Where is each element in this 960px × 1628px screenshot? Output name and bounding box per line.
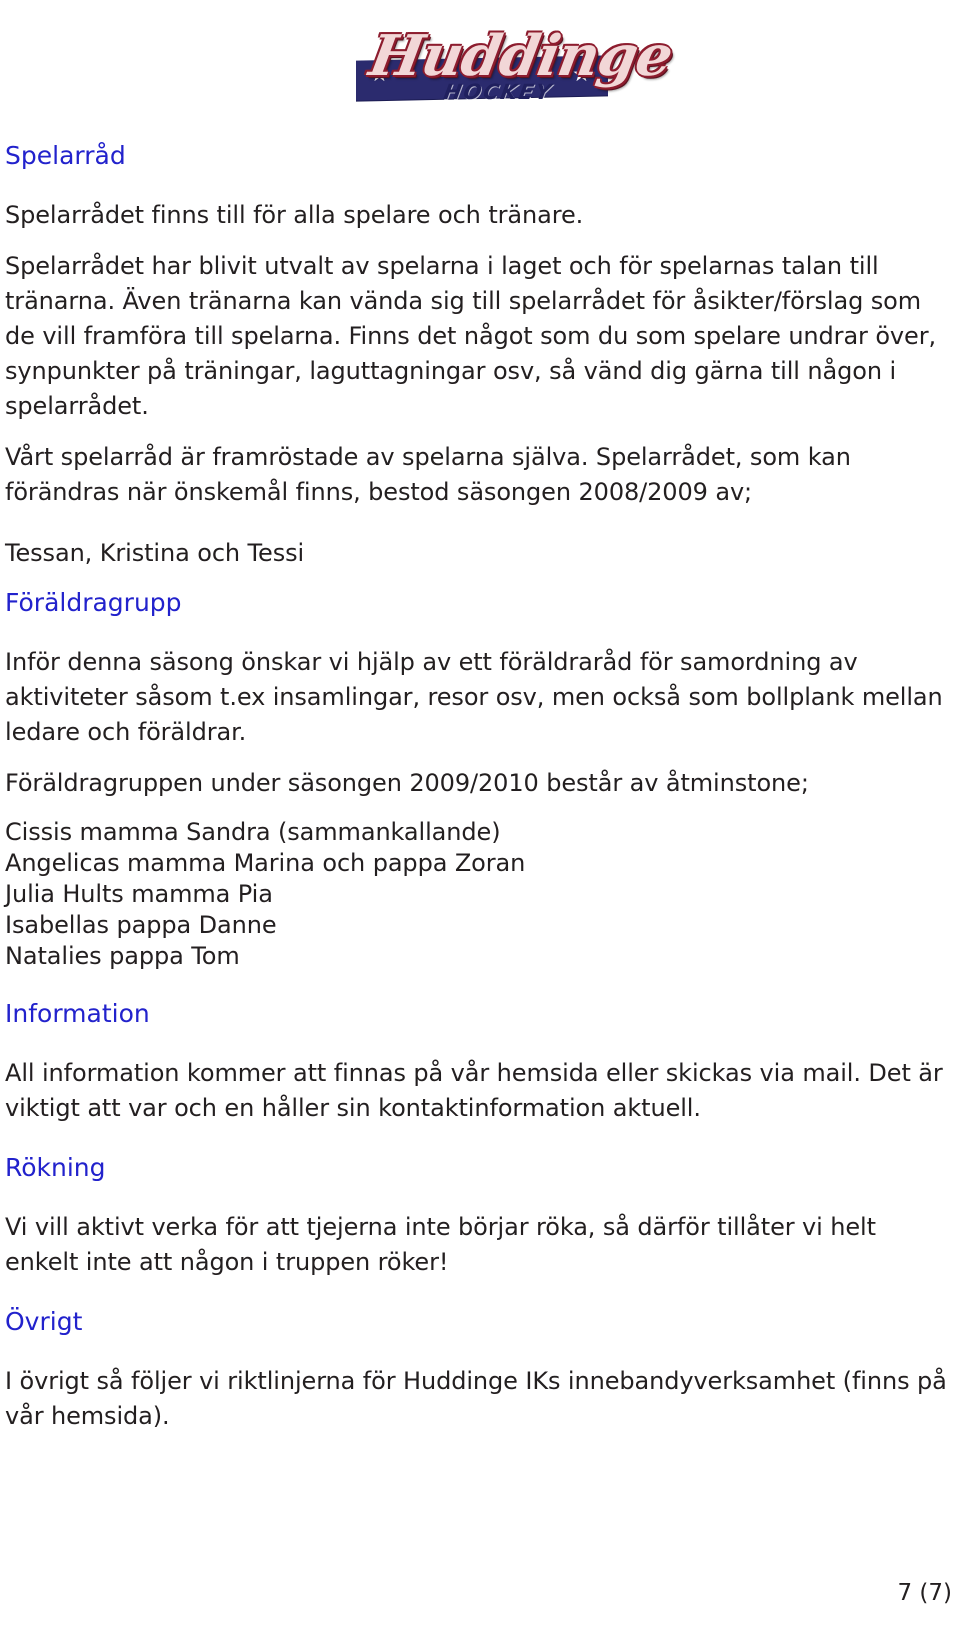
heading-spelarrad: Spelarråd bbox=[5, 141, 126, 170]
document-page: ★ ★ Huddinge HOCKEY Spelarråd Spelarråde… bbox=[0, 0, 960, 1628]
club-logo: ★ ★ Huddinge HOCKEY bbox=[348, 14, 677, 126]
foraldragrupp-member-list: Cissis mamma Sandra (sammankallande) Ang… bbox=[5, 817, 955, 972]
list-item: Julia Hults mamma Pia bbox=[5, 880, 273, 908]
paragraph-foraldragrupp-2: Föräldragruppen under säsongen 2009/2010… bbox=[5, 769, 809, 797]
logo-subtext: HOCKEY bbox=[441, 80, 555, 104]
paragraph-spelarrad-2: Spelarrådet har blivit utvalt av spelarn… bbox=[5, 252, 936, 420]
heading-information: Information bbox=[5, 999, 150, 1028]
paragraph-ovrigt-1: I övrigt så följer vi riktlinjerna för H… bbox=[5, 1367, 947, 1430]
heading-foraldragrupp: Föräldragrupp bbox=[5, 588, 182, 617]
list-item: Natalies pappa Tom bbox=[5, 942, 240, 970]
document-body: Spelarråd Spelarrådet finns till för all… bbox=[5, 140, 955, 1434]
heading-rokning: Rökning bbox=[5, 1153, 106, 1182]
list-item: Isabellas pappa Danne bbox=[5, 911, 277, 939]
list-item: Angelicas mamma Marina och pappa Zoran bbox=[5, 849, 526, 877]
page-number: 7 (7) bbox=[897, 1580, 952, 1606]
list-item: Cissis mamma Sandra (sammankallande) bbox=[5, 818, 501, 846]
paragraph-foraldragrupp-1: Inför denna säsong önskar vi hjälp av et… bbox=[5, 648, 943, 746]
paragraph-rokning-1: Vi vill aktivt verka för att tjejerna in… bbox=[5, 1213, 876, 1276]
paragraph-spelarrad-3: Vårt spelarråd är framröstade av spelarn… bbox=[5, 443, 851, 506]
huddinge-hockey-logo: ★ ★ Huddinge HOCKEY bbox=[348, 14, 677, 126]
heading-ovrigt: Övrigt bbox=[5, 1307, 83, 1336]
paragraph-spelarrad-1: Spelarrådet finns till för alla spelare … bbox=[5, 201, 584, 229]
spelarrad-members: Tessan, Kristina och Tessi bbox=[5, 539, 305, 567]
paragraph-information-1: All information kommer att finnas på vår… bbox=[5, 1059, 943, 1122]
